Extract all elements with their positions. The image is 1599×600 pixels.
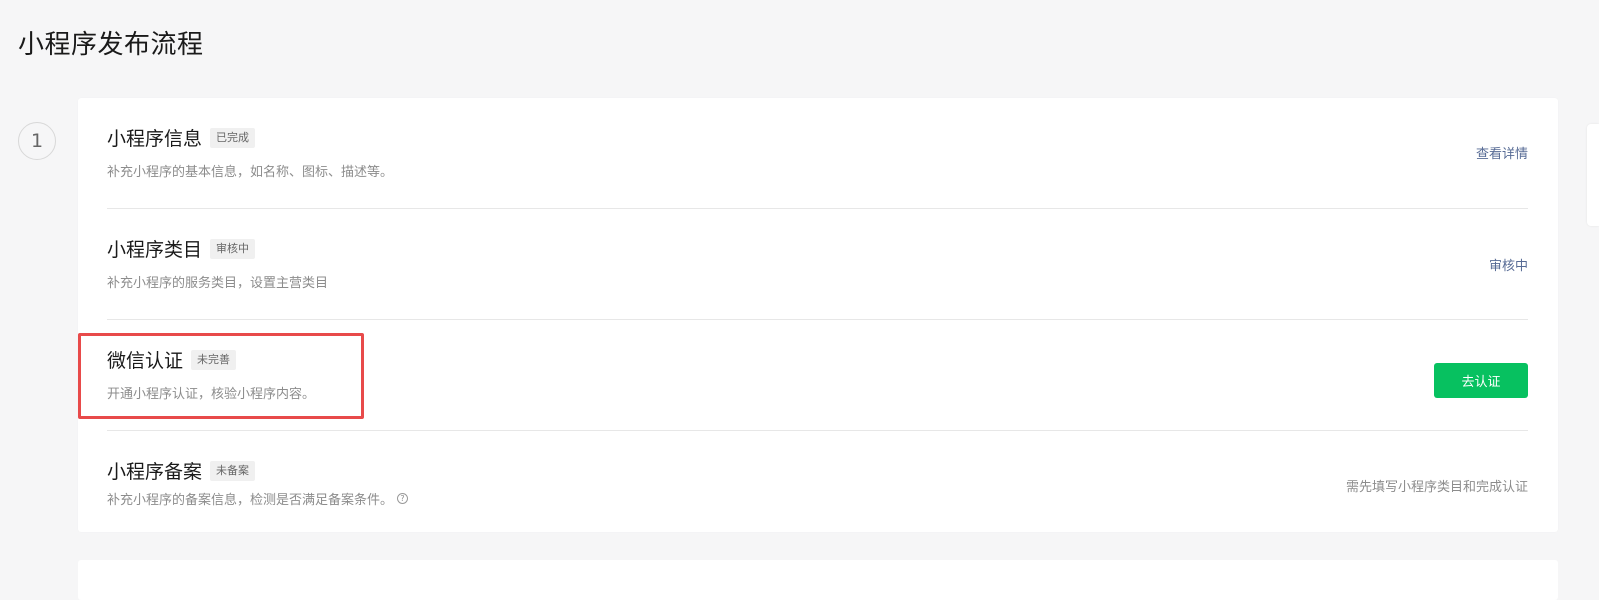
status-badge: 已完成 [210, 127, 256, 148]
step-row-info: 小程序信息 已完成 补充小程序的基本信息，如名称、图标、描述等。 查看详情 [107, 98, 1528, 209]
row-title: 小程序备案 [107, 461, 203, 483]
status-badge: 未完善 [191, 349, 237, 370]
filing-prerequisite-text: 需先填写小程序类目和完成认证 [1345, 480, 1528, 495]
status-badge: 审核中 [210, 238, 256, 259]
row-description: 补充小程序的服务类目，设置主营类目 [107, 276, 329, 291]
row-description: 开通小程序认证，核验小程序内容。 [107, 387, 316, 402]
step-row-wechat-verification: 微信认证 未完善 开通小程序认证，核验小程序内容。 去认证 [107, 320, 1528, 431]
step-row-category: 小程序类目 审核中 补充小程序的服务类目，设置主营类目 审核中 [107, 209, 1528, 320]
step-number-badge: 1 [18, 122, 56, 160]
next-step-card [78, 560, 1558, 600]
row-title: 小程序信息 [107, 128, 203, 150]
page-title: 小程序发布流程 [18, 30, 204, 60]
status-badge: 未备案 [210, 460, 256, 481]
row-description: 补充小程序的备案信息，检测是否满足备案条件。 [107, 493, 394, 508]
question-circle-icon[interactable]: ? [397, 493, 409, 504]
row-title: 小程序类目 [107, 239, 203, 261]
row-description: 补充小程序的基本信息，如名称、图标、描述等。 [107, 165, 394, 180]
view-details-link[interactable]: 查看详情 [1476, 143, 1528, 162]
go-verify-button[interactable]: 去认证 [1434, 363, 1528, 398]
row-title: 微信认证 [107, 350, 184, 372]
side-floating-tab[interactable] [1587, 124, 1599, 226]
step-row-filing: 小程序备案 未备案 补充小程序的备案信息，检测是否满足备案条件。 ? 需先填写小… [107, 431, 1528, 542]
reviewing-link[interactable]: 审核中 [1489, 255, 1528, 274]
publish-steps-card: 小程序信息 已完成 补充小程序的基本信息，如名称、图标、描述等。 查看详情 小程… [78, 98, 1558, 532]
row-description-line: 补充小程序的备案信息，检测是否满足备案条件。 ? [107, 489, 409, 508]
